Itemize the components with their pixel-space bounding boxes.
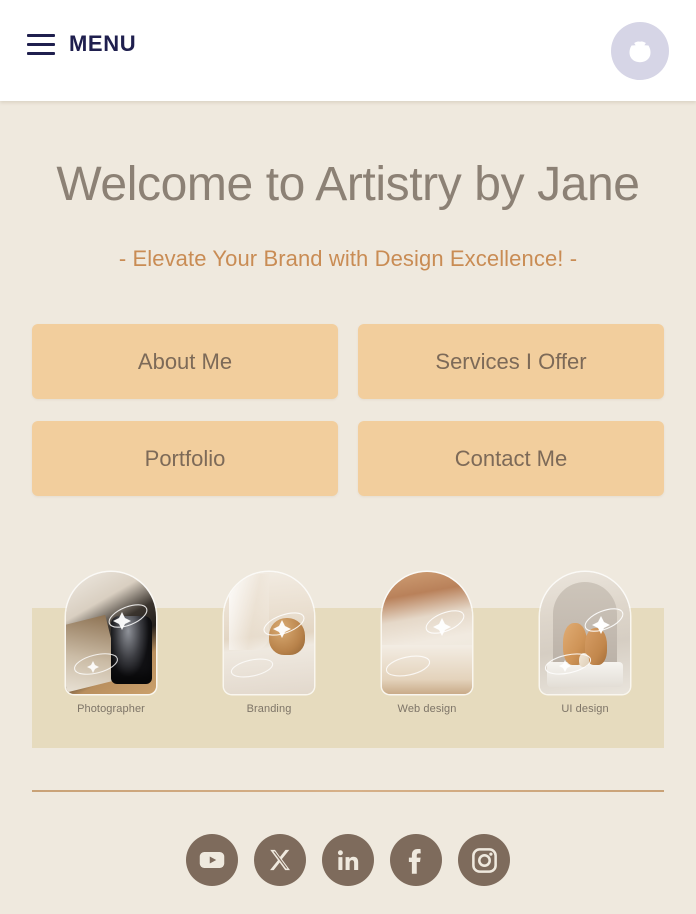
x-twitter-icon — [270, 849, 290, 871]
linkedin-icon — [337, 849, 358, 870]
branding-thumbnail[interactable] — [224, 572, 314, 694]
footer-divider — [32, 790, 664, 792]
bedroom-interior-photo — [382, 572, 472, 694]
youtube-icon — [199, 852, 225, 868]
portfolio-card-ui-design[interactable]: UI design — [530, 572, 640, 715]
youtube-link[interactable] — [186, 834, 238, 886]
portfolio-card-list: Photographer Branding Web design UI desi… — [32, 572, 664, 732]
ui-design-thumbnail[interactable] — [540, 572, 630, 694]
contact-me-button[interactable]: Contact Me — [358, 421, 664, 496]
portfolio-card-label: UI design — [561, 703, 609, 715]
portfolio-card-branding[interactable]: Branding — [214, 572, 324, 715]
vase-small — [578, 652, 589, 668]
web-design-thumbnail[interactable] — [382, 572, 472, 694]
linkedin-link[interactable] — [322, 834, 374, 886]
instagram-link[interactable] — [458, 834, 510, 886]
menu-label: MENU — [69, 31, 137, 56]
avatar[interactable] — [611, 22, 669, 80]
facebook-icon — [408, 849, 421, 874]
x-twitter-link[interactable] — [254, 834, 306, 886]
site-header: MENU — [0, 0, 696, 101]
services-i-offer-button[interactable]: Services I Offer — [358, 324, 664, 399]
menu-button[interactable]: MENU — [27, 33, 136, 55]
portfolio-card-label: Photographer — [77, 703, 145, 715]
hamburger-icon[interactable] — [27, 33, 55, 55]
portfolio-card-label: Web design — [397, 703, 457, 715]
portfolio-card-web-design[interactable]: Web design — [372, 572, 482, 715]
primary-nav-buttons: About Me Services I Offer Portfolio Cont… — [32, 324, 664, 496]
photographer-thumbnail[interactable] — [66, 572, 156, 694]
terracotta-vases-photo — [540, 572, 630, 694]
avatar-circle-icon — [623, 34, 657, 68]
page-subtitle: - Elevate Your Brand with Design Excelle… — [118, 246, 578, 271]
portfolio-card-label: Branding — [246, 703, 292, 715]
page-title: Welcome to Artistry by Jane — [56, 158, 640, 211]
portfolio-card-photographer[interactable]: Photographer — [56, 572, 166, 715]
candles-decor-photo — [224, 572, 314, 694]
facebook-link[interactable] — [390, 834, 442, 886]
about-me-button[interactable]: About Me — [32, 324, 338, 399]
instagram-icon — [471, 847, 497, 873]
social-links — [0, 834, 696, 886]
camera-lens-photo — [66, 572, 156, 694]
portfolio-button[interactable]: Portfolio — [32, 421, 338, 496]
